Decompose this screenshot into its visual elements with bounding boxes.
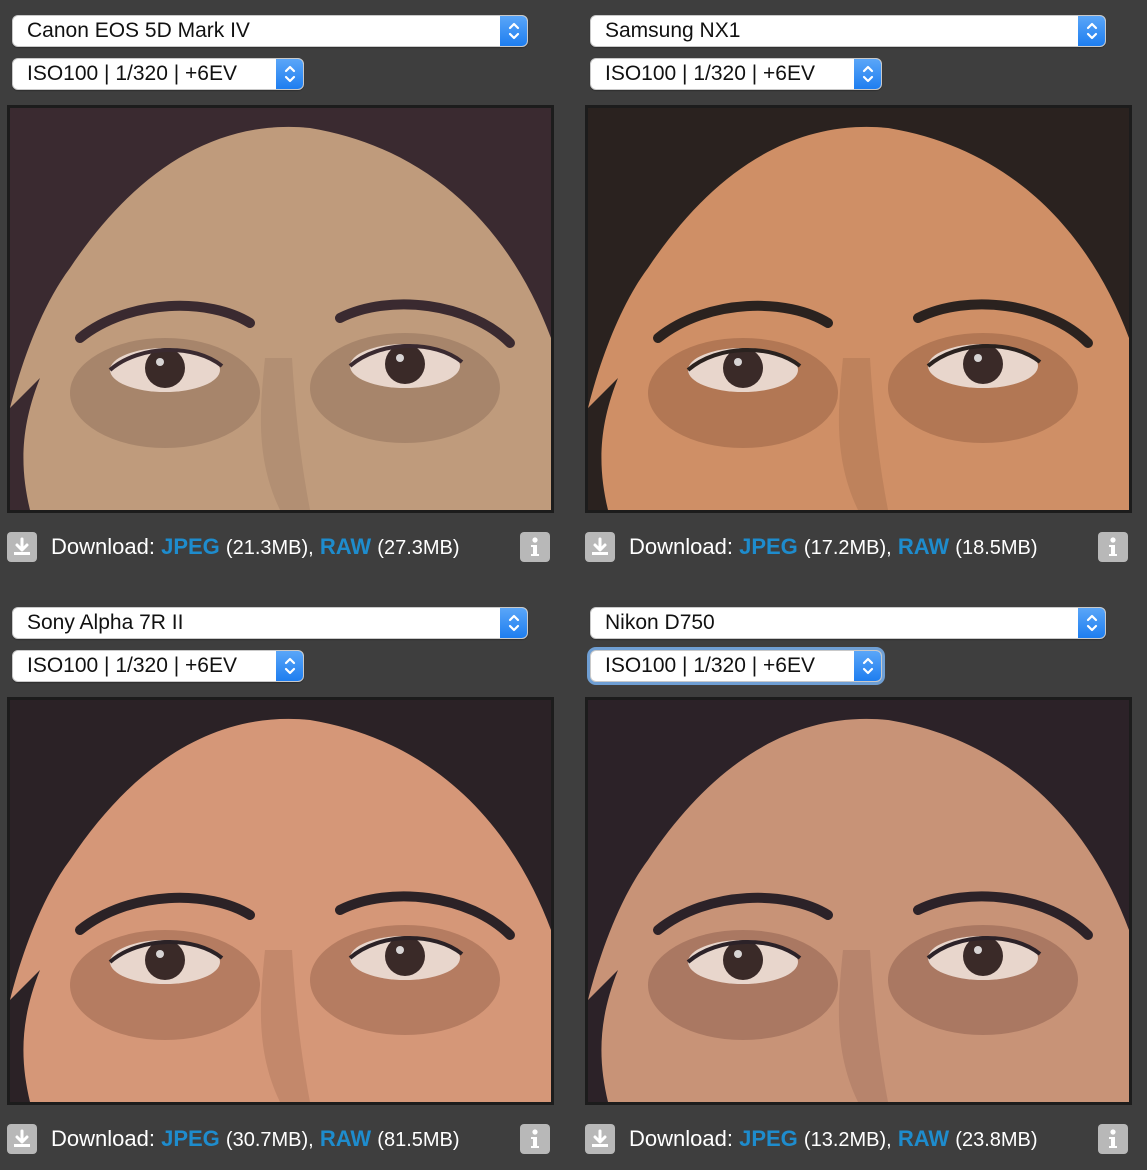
download-row: Download: JPEG (17.2MB), RAW (18.5MB)	[585, 530, 1130, 564]
exposure-setting-value: ISO100 | 1/320 | +6EV	[605, 654, 815, 677]
camera-select-value: Nikon D750	[605, 611, 715, 634]
download-arrow-icon[interactable]	[585, 1124, 615, 1154]
jpeg-file-size: (21.3MB),	[225, 537, 314, 559]
raw-file-size: (27.3MB)	[377, 537, 460, 559]
raw-file-size: (81.5MB)	[377, 1129, 460, 1151]
download-label: Download:	[51, 1126, 155, 1151]
exposure-setting-select[interactable]: ISO100 | 1/320 | +6EV	[590, 58, 882, 90]
info-icon[interactable]	[1098, 532, 1128, 562]
sample-photo[interactable]	[7, 697, 554, 1105]
download-text: Download: JPEG (30.7MB), RAW (81.5MB)	[51, 1126, 460, 1152]
camera-comparison-panel: Samsung NX1 ISO100 | 1/320 | +6EV Downlo…	[578, 0, 1133, 570]
info-icon[interactable]	[1098, 1124, 1128, 1154]
chevron-up-down-icon[interactable]	[500, 608, 527, 638]
camera-select[interactable]: Nikon D750	[590, 607, 1106, 639]
camera-select-value: Sony Alpha 7R II	[27, 611, 184, 634]
download-row: Download: JPEG (21.3MB), RAW (27.3MB)	[7, 530, 552, 564]
camera-select[interactable]: Sony Alpha 7R II	[12, 607, 528, 639]
camera-select[interactable]: Canon EOS 5D Mark IV	[12, 15, 528, 47]
sample-photo[interactable]	[7, 105, 554, 513]
exposure-setting-select[interactable]: ISO100 | 1/320 | +6EV	[590, 650, 882, 682]
exposure-setting-select[interactable]: ISO100 | 1/320 | +6EV	[12, 650, 304, 682]
raw-download-link[interactable]: RAW	[320, 1126, 371, 1151]
raw-file-size: (23.8MB)	[955, 1129, 1038, 1151]
download-text: Download: JPEG (13.2MB), RAW (23.8MB)	[629, 1126, 1038, 1152]
download-label: Download:	[629, 534, 733, 559]
chevron-up-down-icon[interactable]	[854, 651, 881, 681]
info-icon[interactable]	[520, 532, 550, 562]
portrait-crop-image	[588, 700, 1129, 1102]
jpeg-download-link[interactable]: JPEG	[161, 1126, 220, 1151]
camera-select-value: Samsung NX1	[605, 19, 741, 42]
camera-select[interactable]: Samsung NX1	[590, 15, 1106, 47]
download-text: Download: JPEG (21.3MB), RAW (27.3MB)	[51, 534, 460, 560]
sample-photo[interactable]	[585, 697, 1132, 1105]
download-arrow-icon[interactable]	[7, 532, 37, 562]
chevron-up-down-icon[interactable]	[854, 59, 881, 89]
jpeg-download-link[interactable]: JPEG	[739, 534, 798, 559]
chevron-up-down-icon[interactable]	[500, 16, 527, 46]
download-row: Download: JPEG (30.7MB), RAW (81.5MB)	[7, 1122, 552, 1156]
jpeg-download-link[interactable]: JPEG	[161, 534, 220, 559]
raw-file-size: (18.5MB)	[955, 537, 1038, 559]
camera-comparison-panel: Canon EOS 5D Mark IV ISO100 | 1/320 | +6…	[0, 0, 555, 570]
exposure-setting-value: ISO100 | 1/320 | +6EV	[27, 654, 237, 677]
portrait-crop-image	[10, 108, 551, 510]
download-text: Download: JPEG (17.2MB), RAW (18.5MB)	[629, 534, 1038, 560]
exposure-setting-select[interactable]: ISO100 | 1/320 | +6EV	[12, 58, 304, 90]
download-arrow-icon[interactable]	[585, 532, 615, 562]
raw-download-link[interactable]: RAW	[898, 534, 949, 559]
camera-comparison-panel: Nikon D750 ISO100 | 1/320 | +6EV Downloa…	[578, 592, 1133, 1162]
portrait-crop-image	[10, 700, 551, 1102]
download-row: Download: JPEG (13.2MB), RAW (23.8MB)	[585, 1122, 1130, 1156]
chevron-up-down-icon[interactable]	[276, 651, 303, 681]
download-arrow-icon[interactable]	[7, 1124, 37, 1154]
chevron-up-down-icon[interactable]	[276, 59, 303, 89]
sample-photo[interactable]	[585, 105, 1132, 513]
info-icon[interactable]	[520, 1124, 550, 1154]
portrait-crop-image	[588, 108, 1129, 510]
raw-download-link[interactable]: RAW	[320, 534, 371, 559]
jpeg-file-size: (17.2MB),	[803, 537, 892, 559]
camera-select-value: Canon EOS 5D Mark IV	[27, 19, 250, 42]
exposure-setting-value: ISO100 | 1/320 | +6EV	[605, 62, 815, 85]
chevron-up-down-icon[interactable]	[1078, 608, 1105, 638]
download-label: Download:	[629, 1126, 733, 1151]
raw-download-link[interactable]: RAW	[898, 1126, 949, 1151]
download-label: Download:	[51, 534, 155, 559]
camera-comparison-panel: Sony Alpha 7R II ISO100 | 1/320 | +6EV D…	[0, 592, 555, 1162]
jpeg-file-size: (30.7MB),	[225, 1129, 314, 1151]
exposure-setting-value: ISO100 | 1/320 | +6EV	[27, 62, 237, 85]
jpeg-download-link[interactable]: JPEG	[739, 1126, 798, 1151]
chevron-up-down-icon[interactable]	[1078, 16, 1105, 46]
jpeg-file-size: (13.2MB),	[803, 1129, 892, 1151]
